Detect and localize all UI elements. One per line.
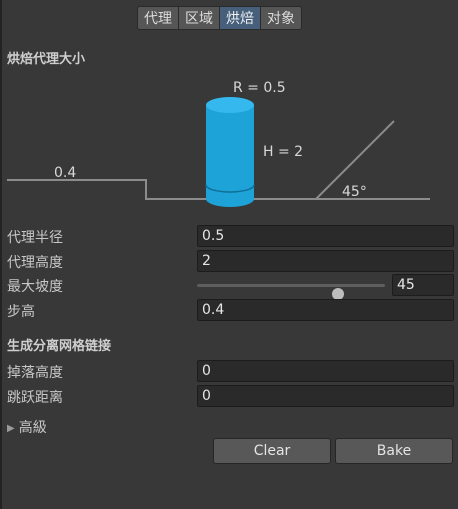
max-slope-input[interactable]: 45 xyxy=(392,274,454,296)
foldout-arrow-icon: ▶ xyxy=(7,423,15,434)
jump-distance-input[interactable]: 0 xyxy=(197,385,454,407)
step-height-field-label: 步高 xyxy=(7,304,35,320)
bake-button[interactable]: Bake xyxy=(335,438,453,464)
agent-size-diagram xyxy=(7,97,430,207)
agent-radius-input[interactable]: 0.5 xyxy=(197,225,454,247)
jump-distance-row: 跳跃距离 0 xyxy=(7,385,454,407)
radius-label: R = 0.5 xyxy=(233,80,286,96)
advanced-foldout[interactable]: ▶ 高級 xyxy=(7,417,47,437)
max-slope-slider[interactable] xyxy=(197,284,385,300)
drop-height-input[interactable]: 0 xyxy=(197,360,454,382)
advanced-label: 高級 xyxy=(18,420,47,436)
jump-distance-label: 跳跃距离 xyxy=(7,390,63,406)
drop-height-row: 掉落高度 0 xyxy=(7,360,454,382)
slope-angle-label: 45° xyxy=(342,184,367,200)
agent-radius-label: 代理半径 xyxy=(7,230,63,246)
agent-height-row: 代理高度 2 xyxy=(7,250,454,272)
ground-profile-line xyxy=(7,120,395,200)
agent-height-input[interactable]: 2 xyxy=(197,250,454,272)
drop-height-label: 掉落高度 xyxy=(7,365,63,381)
max-slope-label: 最大坡度 xyxy=(7,279,63,295)
offmesh-links-heading: 生成分离网格链接 xyxy=(7,339,112,354)
clear-button[interactable]: Clear xyxy=(213,438,331,464)
step-height-label: 0.4 xyxy=(54,165,77,181)
max-slope-row: 最大坡度 45 xyxy=(7,274,454,300)
step-height-row: 步高 0.4 xyxy=(7,299,454,321)
agent-cylinder xyxy=(205,97,255,207)
agent-height-label: 代理高度 xyxy=(7,255,63,271)
agent-radius-row: 代理半径 0.5 xyxy=(7,225,454,247)
step-height-input[interactable]: 0.4 xyxy=(197,299,454,321)
height-label: H = 2 xyxy=(263,144,304,160)
